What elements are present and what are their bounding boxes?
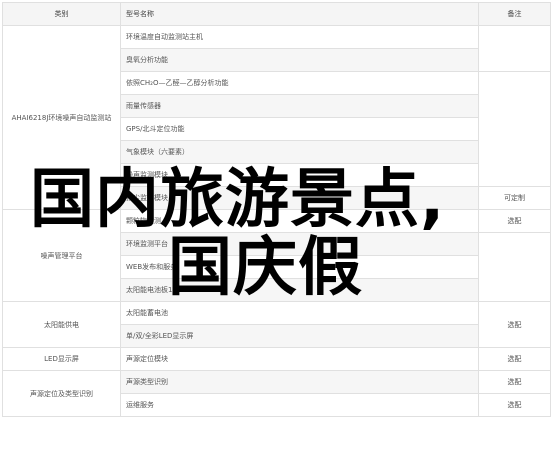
item-cell: 声源定位模块 bbox=[120, 347, 479, 371]
table-row: AHAI6218J环境噪声自动监测站 环境温度自动监测站主机 bbox=[2, 25, 551, 210]
table-row: LED显示屏 声源定位模块 选配 bbox=[2, 347, 551, 371]
item-cell: 依照CH₂O—乙醛—乙醇分析功能 bbox=[120, 71, 479, 95]
item-cell: 环境监测平台 bbox=[120, 232, 479, 256]
item-cell: 单/双/全彩LED显示屏 bbox=[120, 324, 479, 348]
item-cell: 颗粒物监测 bbox=[120, 209, 479, 233]
item-cell: 雨量传感器 bbox=[120, 94, 479, 118]
group-cell-g1: AHAI6218J环境噪声自动监测站 bbox=[2, 25, 121, 210]
item-cell: GPS/北斗定位功能 bbox=[120, 117, 479, 141]
note-cell: 选配 bbox=[478, 301, 551, 348]
item-cell: 扬尘监测模块 bbox=[120, 186, 479, 210]
table-row: 噪声管理平台 颗粒物监测 选配 bbox=[2, 209, 551, 302]
note-cell: 选配 bbox=[478, 370, 551, 394]
note-cell: 选配 bbox=[478, 347, 551, 371]
item-cell: 声源类型识别 bbox=[120, 370, 479, 394]
item-cell: 环境温度自动监测站主机 bbox=[120, 25, 479, 49]
spec-table: 类别 型号名称 备注 AHAI6218J环境噪声自动监测站 环境温度自动监测站主… bbox=[2, 2, 551, 417]
item-cell: 运维服务 bbox=[120, 393, 479, 417]
item-cell: 气象模块（六要素） bbox=[120, 140, 479, 164]
note-cell: 选配 bbox=[478, 209, 551, 233]
note-cell: 可定制 bbox=[478, 186, 551, 210]
item-cell: 臭氧分析功能 bbox=[120, 48, 479, 72]
header-item: 型号名称 bbox=[120, 2, 479, 26]
group-cell-g3: 太阳能供电 bbox=[2, 301, 121, 348]
group-cell-g4: LED显示屏 bbox=[2, 347, 121, 371]
note-cell bbox=[478, 232, 551, 302]
item-cell: 太阳能电池板150W bbox=[120, 278, 479, 302]
group-cell-g5: 声源定位及类型识别 bbox=[2, 370, 121, 417]
table-row: 太阳能供电 太阳能蓄电池 选配 bbox=[2, 301, 551, 348]
item-cell: 太阳能蓄电池 bbox=[120, 301, 479, 325]
header-category: 类别 bbox=[2, 2, 121, 26]
note-cell: 选配 bbox=[478, 393, 551, 417]
item-cell: WEB发布和服务 bbox=[120, 255, 479, 279]
table-header-row: 类别 型号名称 备注 bbox=[2, 2, 551, 26]
group-cell-g2: 噪声管理平台 bbox=[2, 209, 121, 302]
item-cell: 噪声监测模块 bbox=[120, 163, 479, 187]
note-cell bbox=[478, 25, 551, 72]
note-cell bbox=[478, 71, 551, 187]
table-row: 声源定位及类型识别 声源类型识别 选配 bbox=[2, 370, 551, 417]
header-note: 备注 bbox=[478, 2, 551, 26]
